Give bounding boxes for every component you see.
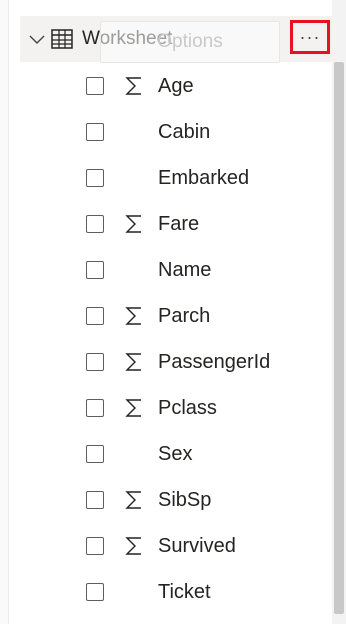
field-row[interactable]: SibSp (0, 477, 332, 523)
field-checkbox[interactable] (86, 445, 104, 463)
field-label: Cabin (158, 120, 211, 143)
sigma-icon (124, 213, 144, 235)
field-label: Embarked (158, 166, 250, 189)
field-row[interactable]: Fare (0, 201, 332, 247)
field-checkbox[interactable] (86, 261, 104, 279)
field-checkbox[interactable] (86, 491, 104, 509)
field-label: Pclass (158, 396, 217, 419)
field-row[interactable]: Age (0, 63, 332, 109)
field-row[interactable]: Embarked (0, 155, 332, 201)
field-checkbox[interactable] (86, 353, 104, 371)
fields-pane: Worksheet Options ··· AgeCabinEmbarkedFa… (0, 0, 346, 624)
field-checkbox[interactable] (86, 537, 104, 555)
field-row[interactable]: PassengerId (0, 339, 332, 385)
sigma-icon (124, 535, 144, 557)
sigma-icon (124, 351, 144, 373)
field-label: Name (158, 258, 212, 281)
sigma-icon (124, 489, 144, 511)
scrollbar-track[interactable] (332, 0, 346, 624)
sigma-icon (124, 75, 144, 97)
field-row[interactable]: Survived (0, 523, 332, 569)
field-label: Survived (158, 534, 236, 557)
field-label: Age (158, 74, 194, 97)
field-row[interactable]: Cabin (0, 109, 332, 155)
field-label: Parch (158, 304, 211, 327)
more-options-button[interactable]: ··· (290, 20, 330, 54)
field-checkbox[interactable] (86, 399, 104, 417)
field-row[interactable]: Sex (0, 431, 332, 477)
chevron-down-icon[interactable] (28, 30, 46, 48)
field-label: PassengerId (158, 350, 271, 373)
field-checkbox[interactable] (86, 169, 104, 187)
field-label: Fare (158, 212, 200, 235)
field-row[interactable]: Pclass (0, 385, 332, 431)
field-checkbox[interactable] (86, 583, 104, 601)
field-checkbox[interactable] (86, 77, 104, 95)
field-label: Ticket (158, 580, 211, 603)
field-row[interactable]: Ticket (0, 569, 332, 615)
field-checkbox[interactable] (86, 215, 104, 233)
field-checkbox[interactable] (86, 307, 104, 325)
field-list: Age Cabin Embarked Fare Name Parch PassengerId… (0, 63, 332, 615)
field-row[interactable]: Name (0, 247, 332, 293)
field-row[interactable]: Parch (0, 293, 332, 339)
sigma-icon (124, 397, 144, 419)
sigma-icon (124, 305, 144, 327)
field-label: Sex (158, 442, 193, 465)
field-checkbox[interactable] (86, 123, 104, 141)
field-label: SibSp (158, 488, 212, 511)
table-icon (50, 28, 74, 50)
options-tooltip: Options (100, 21, 280, 63)
scrollbar-thumb[interactable] (334, 62, 344, 614)
